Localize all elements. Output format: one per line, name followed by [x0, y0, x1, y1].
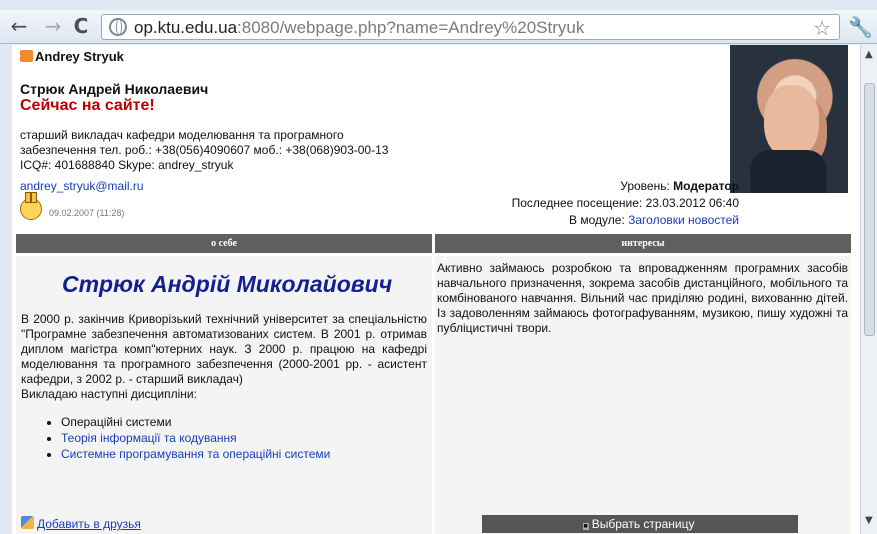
web-page: ──────── Andrey Stryuk Стрюк Андрей Нико…: [12, 45, 860, 534]
user-status-icon: [20, 192, 42, 220]
select-page-label: Выбрать страницу: [591, 517, 695, 531]
interests-section: Активно займаюсь розробкою та впроваджен…: [435, 256, 851, 514]
profile-bio: старший викладач кафедри моделювання та …: [20, 128, 450, 173]
browser-menu-wrench-icon[interactable]: 🔧: [848, 15, 873, 39]
discipline-link[interactable]: Теорія інформації та кодування: [61, 431, 237, 445]
scrollbar-thumb[interactable]: [864, 83, 875, 336]
disciplines-list: Операційні системи Теорія інформації та …: [61, 415, 427, 462]
scroll-down-icon[interactable]: ▼: [865, 515, 873, 526]
module-link[interactable]: Заголовки новостей: [628, 213, 739, 227]
browser-window: ← → C op.ktu.edu.ua:8080/webpage.php?nam…: [0, 0, 877, 534]
forward-button[interactable]: →: [42, 15, 64, 37]
reload-button[interactable]: C: [70, 15, 92, 37]
discipline-link[interactable]: Системне програмування та операційні сис…: [61, 447, 330, 461]
back-button[interactable]: ←: [8, 15, 30, 37]
select-page-button[interactable]: ■ Выбрать страницу: [482, 515, 798, 533]
profile-photo: [730, 45, 848, 193]
bio-line-2: забезпечення тел. роб.: +38(056)4090607 …: [20, 143, 389, 157]
url-path: :8080/webpage.php?name=Andrey%20Stryuk: [237, 18, 585, 37]
interests-header: интересы: [435, 234, 851, 253]
address-bar[interactable]: op.ktu.edu.ua:8080/webpage.php?name=Andr…: [101, 14, 840, 40]
module-label: В модуле:: [569, 213, 629, 227]
profile-short-name: Andrey Stryuk: [35, 49, 124, 64]
expand-icon: ■: [582, 523, 589, 530]
bookmark-star-icon[interactable]: ☆: [813, 16, 831, 40]
about-section: Стрюк Андрій Миколайович В 2000 р. закін…: [16, 256, 432, 514]
page-selector-row: ■ Выбрать страницу: [435, 513, 851, 534]
user-level: Уровень: Модератор: [620, 179, 739, 193]
vertical-scrollbar[interactable]: ▲ ▼: [860, 45, 877, 534]
level-label: Уровень:: [620, 179, 674, 193]
scroll-up-icon[interactable]: ▲: [865, 49, 873, 60]
discipline-item: Операційні системи: [61, 415, 427, 430]
bio-line-3: ICQ#: 401688840 Skype: andrey_stryuk: [20, 158, 234, 172]
online-status: Сейчас на сайте!: [20, 97, 155, 114]
about-title: Стрюк Андрій Миколайович: [62, 271, 393, 297]
url-host: op.ktu.edu.ua: [134, 18, 238, 37]
home-icon: [20, 50, 33, 62]
profile-title: Andrey Stryuk: [20, 49, 124, 64]
about-text-block: В 2000 р. закінчив Криворізький технічни…: [21, 312, 427, 463]
discipline-link-item[interactable]: Теорія інформації та кодування: [61, 431, 427, 446]
profile-full-name: Стрюк Андрей Николаевич: [20, 81, 209, 97]
interests-text: Активно займаюсь розробкою та впроваджен…: [437, 261, 848, 335]
discipline-link-item[interactable]: Системне програмування та операційні сис…: [61, 447, 427, 462]
disciplines-title: Викладаю наступні дисципліни:: [21, 387, 197, 401]
last-visit: Последнее посещение: 23.03.2012 06:40: [511, 196, 739, 210]
about-paragraph: В 2000 р. закінчив Криворізький технічни…: [21, 312, 427, 386]
add-friend-icon: [21, 516, 34, 529]
current-module: В модуле: Заголовки новостей: [569, 213, 739, 227]
level-value: Модератор: [673, 179, 739, 193]
email-link[interactable]: andrey_stryuk@mail.ru: [20, 179, 144, 193]
browser-toolbar: ← → C op.ktu.edu.ua:8080/webpage.php?nam…: [0, 10, 877, 44]
site-info-icon[interactable]: [109, 18, 127, 36]
about-header: о себе: [16, 234, 432, 253]
registration-date: 09.02.2007 (11:28): [49, 208, 125, 218]
add-friend-row: Добавить в друзья: [16, 513, 432, 534]
url-text[interactable]: op.ktu.edu.ua:8080/webpage.php?name=Andr…: [134, 18, 584, 38]
add-friend-link[interactable]: Добавить в друзья: [37, 517, 141, 531]
bio-line-1: старший викладач кафедри моделювання та …: [20, 128, 344, 142]
